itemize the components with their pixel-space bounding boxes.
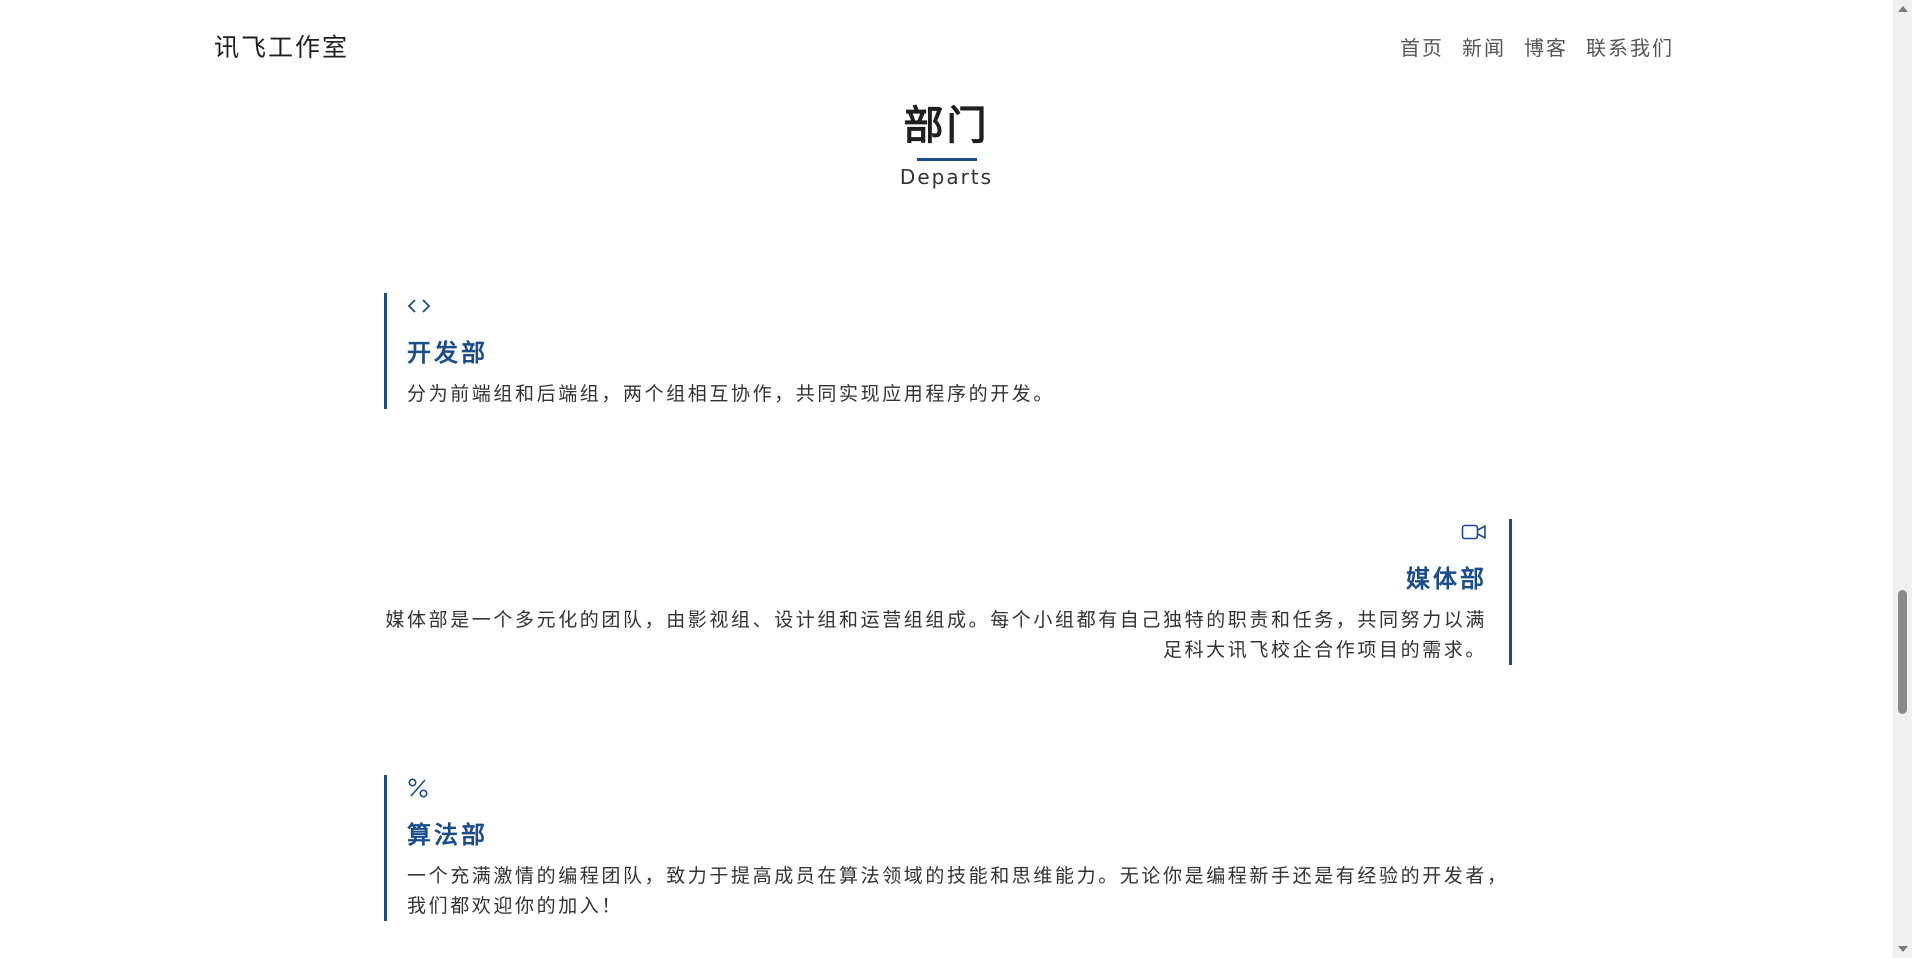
departments-section-header: 部门 Departs bbox=[0, 100, 1893, 189]
scrollbar-thumb[interactable] bbox=[1898, 590, 1907, 714]
scroll-down-arrow-icon[interactable] bbox=[1898, 946, 1908, 952]
main-nav: 首页 新闻 博客 联系我们 bbox=[1400, 32, 1674, 61]
brand-logo-text[interactable]: 讯飞工作室 bbox=[214, 28, 349, 64]
code-icon bbox=[407, 293, 1512, 319]
department-card-dev: 开发部 分为前端组和后端组，两个组相互协作，共同实现应用程序的开发。 bbox=[384, 293, 1512, 409]
nav-item-contact[interactable]: 联系我们 bbox=[1586, 32, 1674, 61]
nav-item-home[interactable]: 首页 bbox=[1400, 32, 1444, 61]
title-underline bbox=[916, 158, 977, 161]
nav-item-blog[interactable]: 博客 bbox=[1524, 32, 1568, 61]
department-name: 媒体部 bbox=[1406, 565, 1487, 593]
department-description: 媒体部是一个多元化的团队，由影视组、设计组和运营组组成。每个小组都有自己独特的职… bbox=[385, 609, 1487, 661]
section-title: 部门 bbox=[903, 103, 990, 149]
page: 讯飞工作室 首页 新闻 博客 联系我们 部门 Departs 开发部 分为前端组… bbox=[0, 0, 1912, 958]
page-scrollbar[interactable] bbox=[1893, 0, 1912, 958]
scroll-up-arrow-icon[interactable] bbox=[1898, 6, 1908, 12]
department-name: 开发部 bbox=[407, 339, 488, 367]
department-card-algorithm: 算法部 一个充满激情的编程团队，致力于提高成员在算法领域的技能和思维能力。无论你… bbox=[384, 775, 1512, 921]
department-card-media: 媒体部 媒体部是一个多元化的团队，由影视组、设计组和运营组组成。每个小组都有自己… bbox=[384, 519, 1512, 665]
section-subtitle: Departs bbox=[899, 165, 994, 189]
department-name: 算法部 bbox=[407, 821, 488, 849]
nav-item-news[interactable]: 新闻 bbox=[1462, 32, 1506, 61]
site-header: 讯飞工作室 首页 新闻 博客 联系我们 bbox=[0, 0, 1893, 86]
department-description: 一个充满激情的编程团队，致力于提高成员在算法领域的技能和思维能力。无论你是编程新… bbox=[407, 865, 1509, 917]
percent-icon bbox=[407, 775, 1512, 801]
video-camera-icon bbox=[384, 519, 1487, 545]
department-description: 分为前端组和后端组，两个组相互协作，共同实现应用程序的开发。 bbox=[407, 383, 1056, 405]
